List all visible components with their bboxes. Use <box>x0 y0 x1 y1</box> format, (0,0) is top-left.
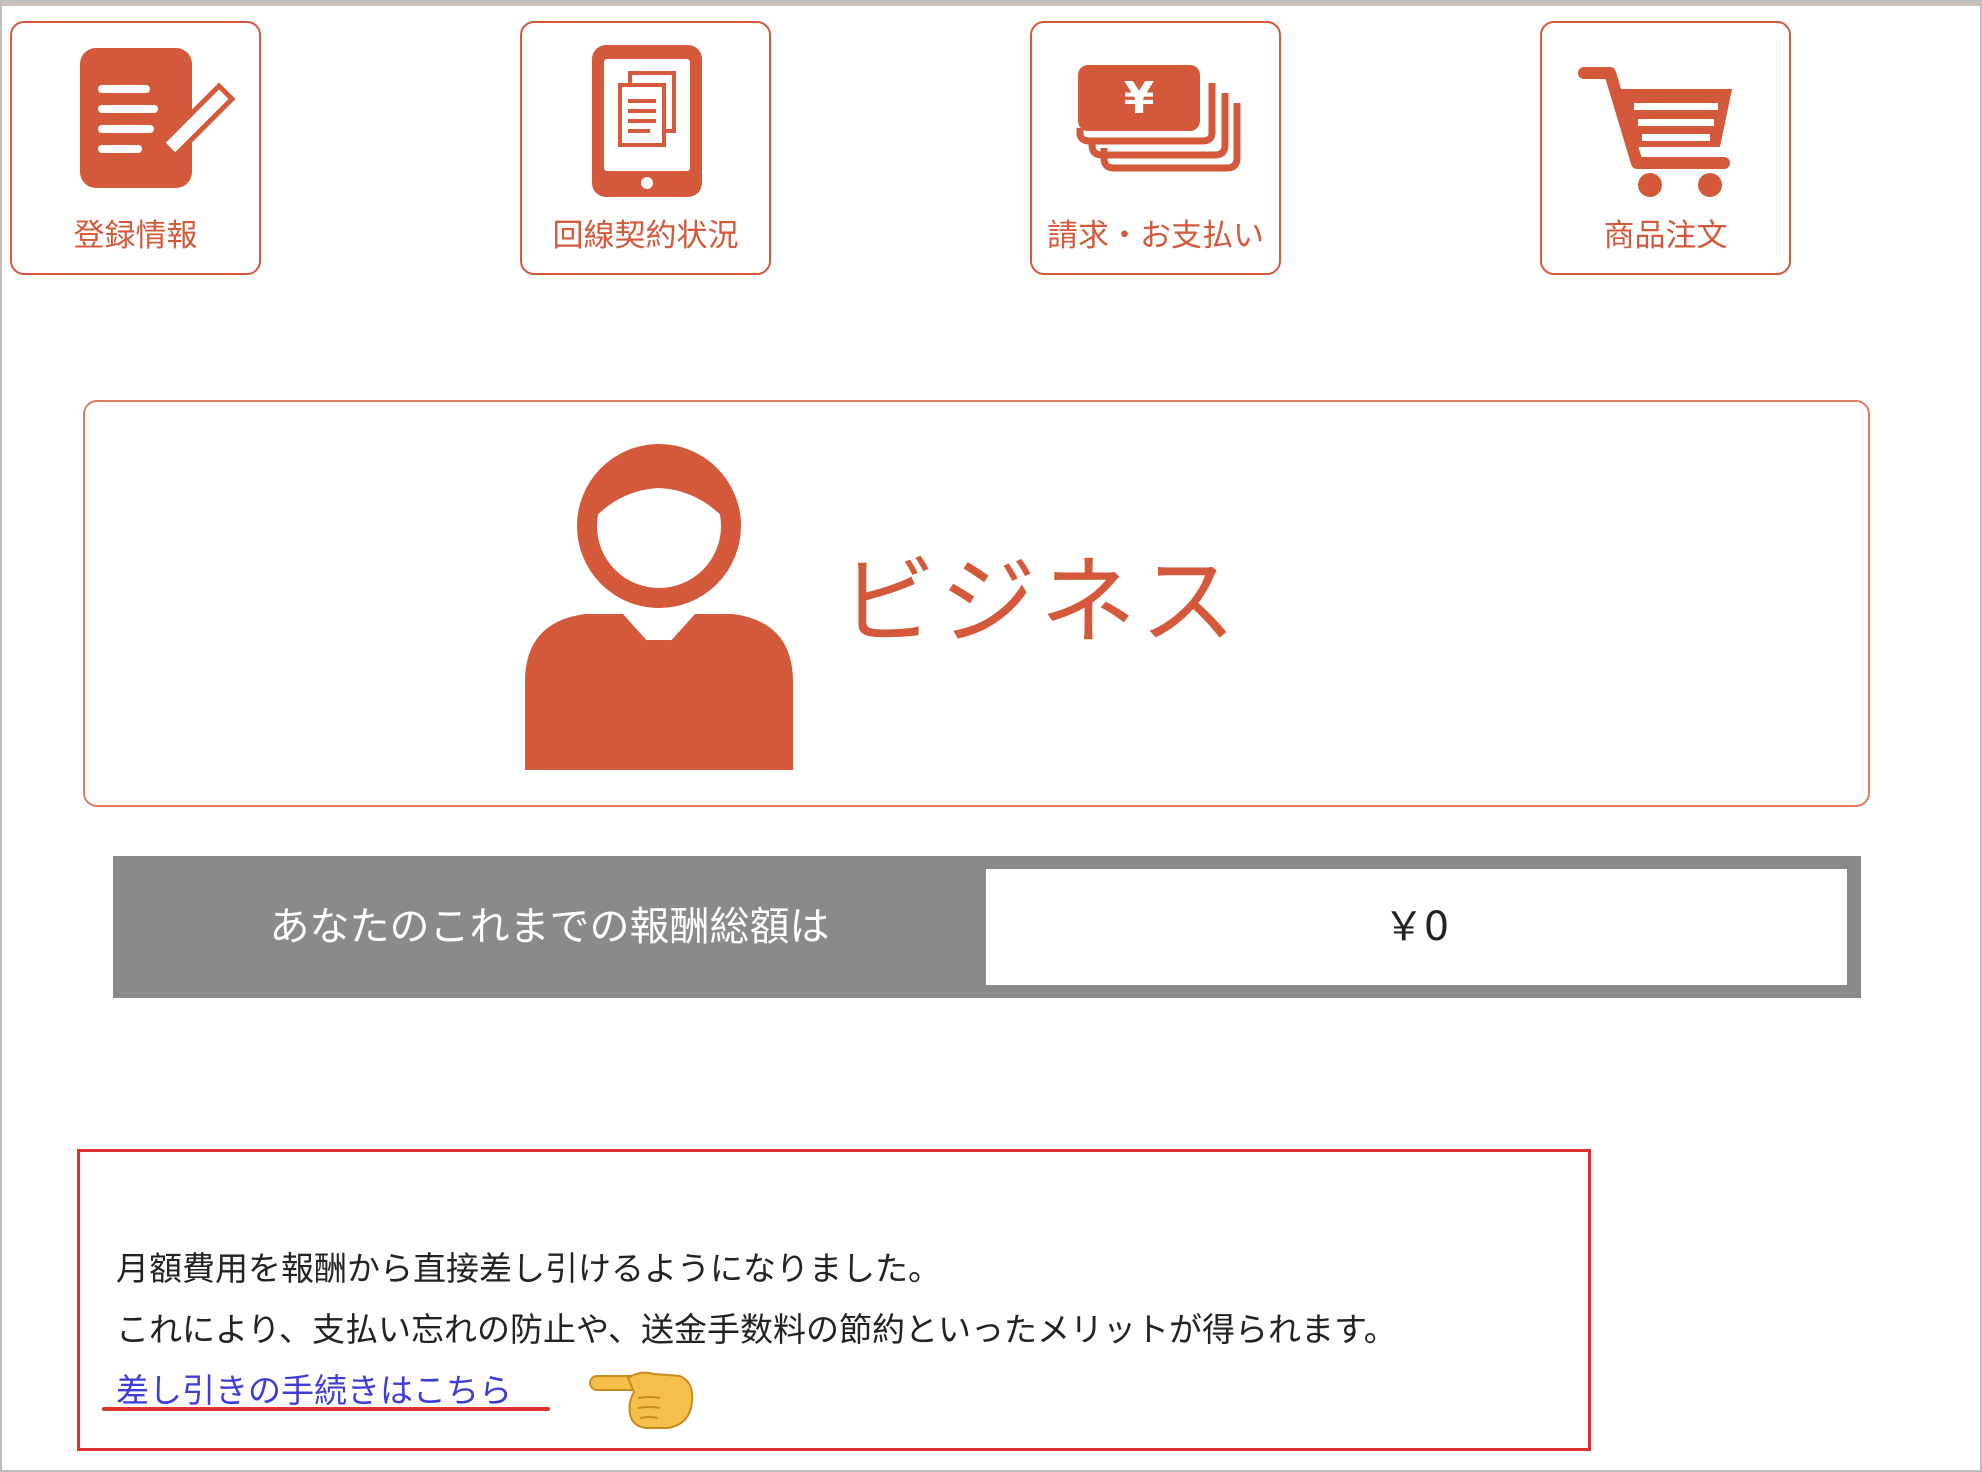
nav-tile-label: 請求・お支払い <box>1047 218 1264 254</box>
pointing-hand-icon <box>589 1371 694 1429</box>
deduction-procedure-link[interactable]: 差し引きの手続きはこちら <box>116 1364 512 1412</box>
page-frame: 登録情報 回線契約状況 ¥ 請求・お支払い 商品注文 ビジネス あなたのこれまで… <box>0 0 1982 1472</box>
notice-text-line-2: これにより、支払い忘れの防止や、送金手数料の節約といったメリットが得られます。 <box>116 1310 1397 1349</box>
reward-total-row: あなたのこれまでの報酬総額は ￥0 <box>113 856 1861 998</box>
deduction-notice: 月額費用を報酬から直接差し引けるようになりました。 これにより、支払い忘れの防止… <box>77 1149 1591 1451</box>
nav-tile-registration[interactable]: 登録情報 <box>10 21 261 275</box>
svg-text:¥: ¥ <box>1124 73 1155 124</box>
business-person-icon <box>525 444 793 770</box>
tablet-documents-icon <box>592 45 702 197</box>
nav-tile-product-order[interactable]: 商品注文 <box>1540 21 1791 275</box>
yen-bills-icon: ¥ <box>1076 65 1241 172</box>
nav-tile-label: 回線契約状況 <box>552 218 739 254</box>
top-divider <box>2 2 1982 6</box>
nav-tile-label: 商品注文 <box>1603 218 1728 254</box>
membership-card: ビジネス <box>83 400 1870 807</box>
nav-tile-label: 登録情報 <box>73 218 198 254</box>
membership-type: ビジネス <box>840 546 1240 658</box>
nav-tile-line-contract[interactable]: 回線契約状況 <box>520 21 771 275</box>
reward-total-label: あなたのこれまでの報酬総額は <box>269 904 830 950</box>
shopping-cart-icon <box>1578 67 1732 197</box>
reward-total-value: ￥0 <box>1383 904 1450 950</box>
reward-total-value-box: ￥0 <box>986 869 1847 985</box>
link-highlight-underline <box>102 1407 550 1411</box>
registration-edit-icon <box>80 48 236 188</box>
nav-tile-billing[interactable]: ¥ 請求・お支払い <box>1030 21 1281 275</box>
notice-text-line-1: 月額費用を報酬から直接差し引けるようになりました。 <box>116 1249 941 1288</box>
